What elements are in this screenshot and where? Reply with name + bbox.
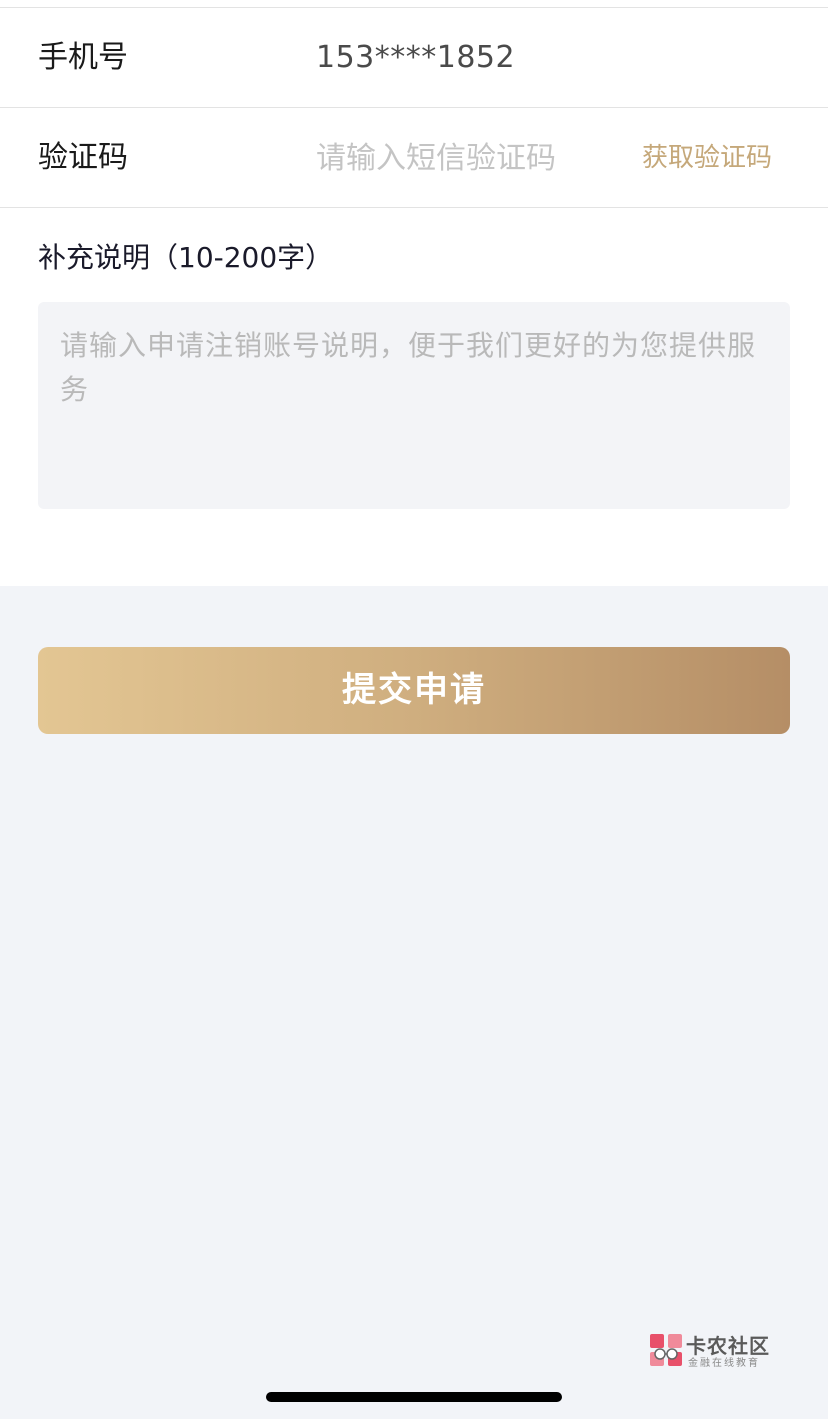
form-card: 手机号 153****1852 验证码 获取验证码 补充说明（10-200字） <box>0 0 828 586</box>
note-box <box>38 302 790 509</box>
verification-code-row: 验证码 获取验证码 <box>0 108 828 208</box>
verification-code-input[interactable] <box>316 138 616 178</box>
submit-button[interactable]: 提交申请 <box>38 647 790 734</box>
note-textarea[interactable] <box>60 324 760 484</box>
account-cancel-page: 手机号 153****1852 验证码 获取验证码 补充说明（10-200字） … <box>0 0 828 1419</box>
home-indicator[interactable] <box>266 1392 562 1402</box>
note-label: 补充说明（10-200字） <box>38 241 334 274</box>
get-code-button[interactable]: 获取验证码 <box>642 108 772 208</box>
phone-label: 手机号 <box>38 40 128 75</box>
verification-code-label: 验证码 <box>38 140 128 175</box>
phone-value: 153****1852 <box>316 40 516 75</box>
kanong-logo-icon <box>650 1334 682 1366</box>
phone-row: 手机号 153****1852 <box>0 8 828 108</box>
watermark: 卡农社区 金融在线教育 <box>648 1330 778 1370</box>
watermark-subtitle: 金融在线教育 <box>688 1358 760 1369</box>
